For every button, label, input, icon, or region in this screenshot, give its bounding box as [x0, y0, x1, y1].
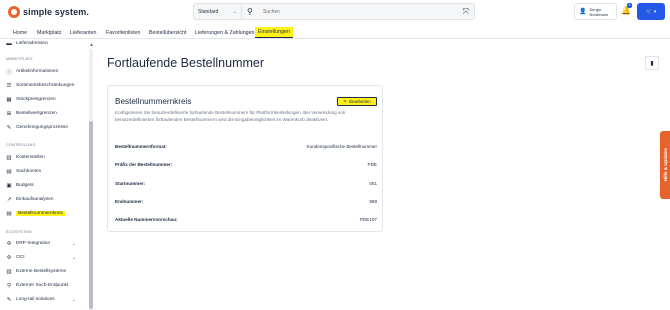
cost-center-icon: ▥: [6, 154, 12, 161]
endpoint-icon: ⚲: [6, 282, 12, 289]
search-icon[interactable]: ⚲: [247, 7, 259, 16]
sidebar-item-kostenstellen[interactable]: ▥ Kostenstellen: [6, 153, 44, 162]
sidebar-item-lieferadressen[interactable]: ▬ Lieferadressen: [6, 39, 47, 48]
logo[interactable]: simple system.: [8, 6, 89, 18]
nav-bestelluebersicht[interactable]: Bestellübersicht: [146, 27, 189, 38]
sidebar-item-sachkonten[interactable]: ▤ Sachkonten: [6, 167, 41, 176]
detail-label: Präfix der Bestellnummer:: [115, 162, 173, 167]
detail-value: Kundenspezifische Bestellnummer: [306, 144, 377, 149]
user-icon: 👤: [579, 9, 587, 15]
chevron-down-icon: ⌄: [72, 240, 77, 247]
approval-icon: ✎: [6, 124, 12, 131]
sidebar-item-long-tail-solutions[interactable]: ✎ Long-tail solutions ⌄: [6, 295, 77, 304]
sidebar-item-stueckpreisgrenzen[interactable]: ▦ Stückpreisgrenzen: [6, 95, 55, 104]
detail-value: PDE107: [359, 217, 377, 222]
nav-lieferanten[interactable]: Lieferanten: [67, 27, 100, 38]
info-icon: ⓘ: [6, 69, 12, 76]
sidebar-item-externe-bestellsysteme[interactable]: ▥ Externe Bestellsysteme: [6, 267, 66, 276]
top-bar: simple system. Standard ⌄ ⚲ ⤧ 👤 Sergio N…: [0, 0, 670, 25]
solutions-icon: ✎: [6, 296, 12, 303]
limit-icon: ⊞: [6, 110, 12, 117]
nav-einstellungen[interactable]: Einstellungen: [255, 27, 293, 38]
edit-button[interactable]: ✎ Bearbeiten: [337, 97, 377, 106]
detail-label: Endnummer:: [115, 199, 144, 204]
help-button[interactable]: ▮: [645, 56, 659, 70]
sidebar-item-budgets[interactable]: ▣ Budgets: [6, 181, 33, 190]
logo-text: simple system.: [23, 7, 89, 17]
sidebar-item-oci[interactable]: ✣ OCI ⌄: [6, 253, 77, 262]
ledger-icon: ▤: [6, 168, 12, 175]
nav-home[interactable]: Home: [10, 27, 30, 38]
list-icon: ☰: [6, 82, 12, 89]
detail-label: Aktuelle Nummernvorschau:: [115, 217, 178, 222]
detail-row-preview: Aktuelle Nummernvorschau: PDE107: [115, 215, 377, 224]
sidebar-item-genehmigungsprozesse[interactable]: ✎ Genehmigungsprozesse: [6, 123, 68, 132]
cart-button[interactable]: 🛒 ▾: [637, 3, 665, 20]
cart-count-icon: ▾: [653, 8, 657, 15]
main-nav: Home Marktplatz Lieferanten Favoritenlis…: [0, 25, 670, 39]
nav-marktplatz[interactable]: Marktplatz: [34, 27, 64, 38]
sidebar-item-bestellnummernkreis[interactable]: ▤ Bestellnummernkreis: [6, 209, 65, 218]
book-icon: ▮: [650, 60, 654, 67]
user-last-name: Nordmann: [589, 11, 609, 17]
sidebar-section-title: CONTROLLING: [6, 143, 36, 147]
nav-favoritenlisten[interactable]: Favoritenlisten: [103, 27, 143, 38]
sidebar-item-erp-integration[interactable]: ✣ ERP-Integration ⌄: [6, 239, 77, 248]
cart-icon: 🛒: [645, 8, 652, 15]
pencil-icon: ✎: [343, 98, 347, 104]
oci-icon: ✣: [6, 254, 12, 261]
edit-button-label: Bearbeiten: [349, 99, 371, 104]
sidebar-section-title: ECOSYSTEM: [6, 230, 32, 234]
tag-icon: ▦: [6, 96, 12, 103]
detail-label: Bestellnummernformat:: [115, 144, 167, 149]
detail-label: Startnummer:: [115, 181, 146, 186]
help-updates-tab[interactable]: Hilfe & Updates: [660, 131, 670, 199]
search-bar: Standard ⌄ ⚲ ⤧: [193, 3, 475, 20]
card-description: Konfigurieren Sie benutzerdefinierte for…: [115, 110, 346, 122]
page-title: Fortlaufende Bestellnummer: [107, 56, 265, 70]
sidebar-section-title: MARKTPLATZ: [6, 57, 33, 61]
external-system-icon: ▥: [6, 268, 12, 275]
detail-row-start: Startnummer: 001: [115, 179, 377, 188]
budget-icon: ▣: [6, 182, 12, 189]
detail-row-prefix: Präfix der Bestellnummer: PDE: [115, 160, 377, 169]
address-icon: ▬: [6, 40, 12, 47]
sidebar-item-externer-such-endpunkt[interactable]: ⚲ Externer Such-Endpunkt: [6, 281, 68, 290]
sidebar-scrollbar-thumb[interactable]: [89, 121, 93, 309]
sidebar-item-einkaufsanalysen[interactable]: ↗ Einkaufsanalysen: [6, 195, 54, 204]
notification-badge: 5: [627, 3, 632, 8]
chevron-down-icon: ⌄: [72, 296, 77, 303]
chevron-down-icon: ⌄: [232, 8, 237, 15]
search-scope-select[interactable]: Standard ⌄: [194, 4, 242, 19]
search-scope-label: Standard: [198, 8, 219, 15]
logo-mark-icon: [8, 6, 20, 18]
numbering-icon: ▤: [6, 210, 12, 217]
detail-value: 001: [369, 181, 377, 186]
bestellnummernkreis-card: Bestellnummernkreis ✎ Bearbeiten Konfigu…: [107, 85, 383, 232]
detail-value: PDE: [367, 162, 377, 167]
search-input[interactable]: [263, 8, 453, 15]
user-menu[interactable]: 👤 Sergio Nordmann: [574, 3, 617, 20]
help-updates-label: Hilfe & Updates: [662, 148, 668, 182]
barcode-scan-icon[interactable]: ⤧: [463, 7, 469, 17]
nav-lieferungen-zahlungen[interactable]: Lieferungen & Zahlungen: [192, 27, 258, 38]
sidebar-item-artikelinformationen[interactable]: ⓘ Artikelinformationen: [6, 67, 58, 76]
chevron-down-icon: ⌄: [72, 254, 77, 261]
detail-row-end: Endnummer: 999: [115, 197, 377, 206]
sidebar-item-bestellwertgrenzen[interactable]: ⊞ Bestellwertgrenzen: [6, 109, 57, 118]
card-title: Bestellnummernkreis: [115, 97, 192, 106]
analytics-icon: ↗: [6, 196, 12, 203]
integration-icon: ✣: [6, 240, 12, 247]
sidebar-item-sortimentsbeschraenkungen[interactable]: ☰ Sortimentsbeschränkungen: [6, 81, 75, 90]
detail-value: 999: [369, 199, 377, 204]
settings-sidebar: ▲ ▬ Lieferadressen MARKTPLATZ ⓘ Artikeli…: [0, 39, 96, 310]
scroll-up-icon[interactable]: ▲: [89, 42, 94, 48]
detail-row-format: Bestellnummernformat: Kundenspezifische …: [115, 142, 377, 151]
